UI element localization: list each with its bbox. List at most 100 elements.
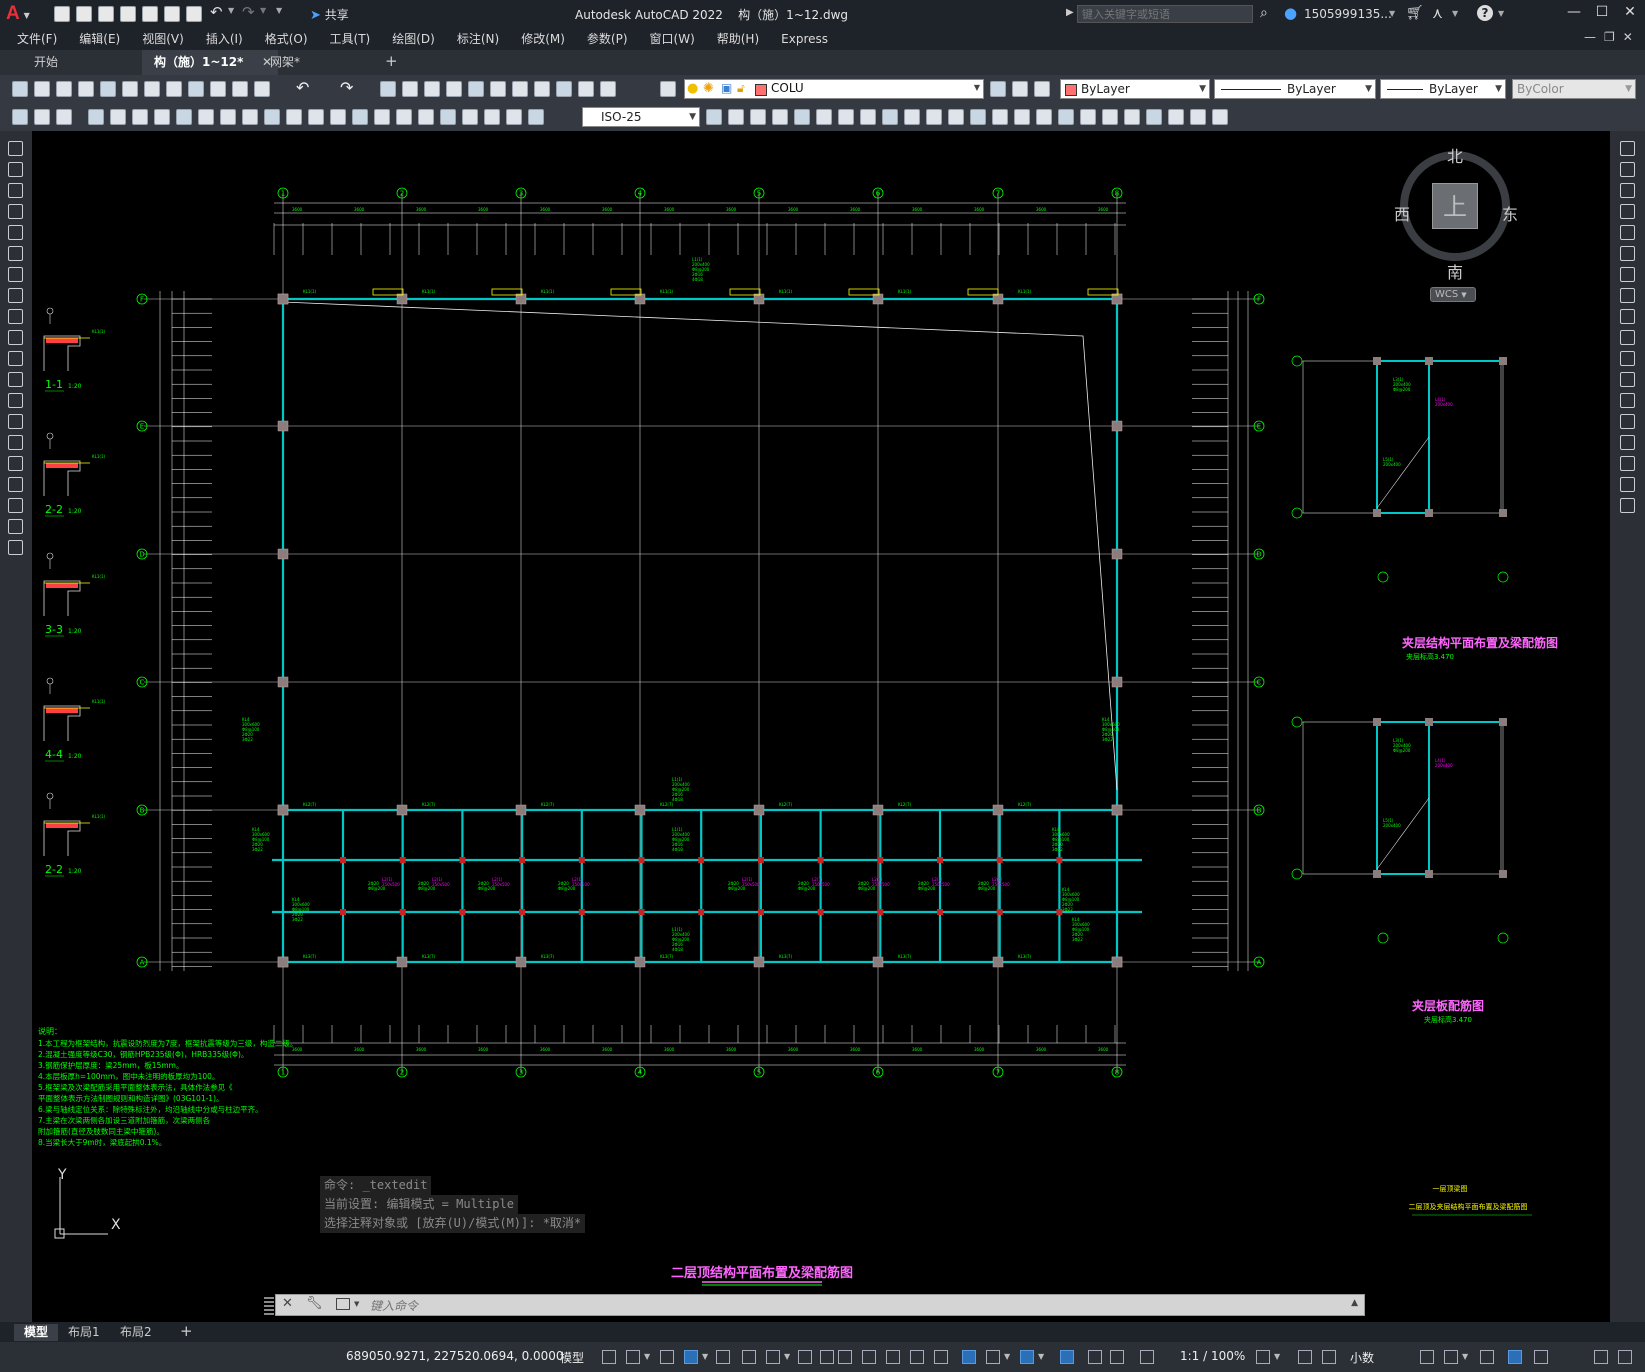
side-plan-1-title[interactable]: 夹层结构平面布置及梁配筋图 [1402, 635, 1558, 650]
field-icon[interactable] [56, 109, 72, 125]
cut-icon[interactable] [144, 81, 160, 97]
spline-icon[interactable] [8, 309, 23, 324]
side-plan-2-title[interactable]: 夹层板配筋图 [1412, 998, 1484, 1013]
region-icon[interactable] [8, 477, 23, 492]
isolate-objects-icon[interactable] [1480, 1350, 1494, 1364]
continue-dim-icon[interactable] [308, 109, 324, 125]
chevron-down-icon[interactable]: ▼ [1004, 1352, 1010, 1361]
menu-item[interactable]: Express [770, 28, 839, 50]
snap-icon[interactable] [626, 1350, 640, 1364]
menu-item[interactable]: 标注(N) [446, 28, 510, 50]
chevron-down-icon[interactable]: ▼ [1038, 1352, 1044, 1361]
undo-dropdown-icon[interactable]: ▼ [228, 6, 234, 15]
ellipse-arc-icon[interactable] [8, 351, 23, 366]
new-file-icon[interactable] [54, 6, 70, 22]
point-icon[interactable] [8, 414, 23, 429]
multiline-text-icon[interactable] [8, 519, 23, 534]
arc-icon[interactable] [8, 246, 23, 261]
fullscreen-icon[interactable] [1594, 1350, 1608, 1364]
zoom-previous-icon[interactable] [446, 81, 462, 97]
break-at-point-icon[interactable] [1620, 372, 1635, 387]
chevron-down-icon[interactable]: ▼ [702, 1352, 708, 1361]
section-detail[interactable]: KL1(1) 2-2 1:20 [43, 432, 106, 517]
minimize-icon[interactable]: — [1560, 4, 1588, 20]
multiline-text-icon[interactable] [34, 109, 50, 125]
mirror-icon[interactable] [1620, 183, 1635, 198]
publish-icon[interactable] [122, 81, 138, 97]
export-icon[interactable] [164, 6, 180, 22]
publish-icon[interactable] [142, 6, 158, 22]
axis-bubble[interactable]: 7 [992, 187, 1004, 199]
save-icon[interactable] [98, 6, 114, 22]
wrench-icon[interactable]: 🔧︎ [306, 1296, 323, 1311]
section-detail[interactable]: KL1(1) 2-2 1:20 [43, 792, 106, 877]
break-icon[interactable] [992, 109, 1008, 125]
hatch-icon[interactable] [8, 435, 23, 450]
extend-icon[interactable] [1620, 351, 1635, 366]
lock-ui-icon[interactable] [1140, 1350, 1154, 1364]
dynamic-ucs-icon[interactable] [886, 1350, 900, 1364]
ellipse-icon[interactable] [8, 330, 23, 345]
transparency-icon[interactable] [820, 1350, 834, 1364]
object-snap-icon[interactable] [766, 1350, 780, 1364]
axis-bubble[interactable]: 4 [634, 1066, 646, 1078]
mirror-icon[interactable] [816, 109, 832, 125]
plotstyle-control[interactable]: ByColor ▼ [1512, 79, 1636, 99]
offset-icon[interactable] [1620, 204, 1635, 219]
jogged-linear-icon[interactable] [440, 109, 456, 125]
redo-dropdown-icon[interactable]: ▼ [260, 6, 266, 15]
axis-bubble[interactable]: 1 [277, 1066, 289, 1078]
dim-space-icon[interactable] [330, 109, 346, 125]
axis-bubble[interactable]: 2 [396, 1066, 408, 1078]
properties-icon[interactable] [468, 81, 484, 97]
redo-icon[interactable]: ↷ [242, 3, 255, 21]
command-prompt-icon[interactable] [336, 1298, 350, 1310]
undo-icon[interactable]: ↶ [210, 3, 223, 21]
viewcube-north[interactable]: 北 [1447, 143, 1463, 167]
layout-tab[interactable]: 布局1 [58, 1324, 110, 1341]
doc-tab[interactable]: 网架* [258, 50, 366, 75]
rotate-icon[interactable] [1620, 267, 1635, 282]
chamfer-icon[interactable] [1620, 435, 1635, 450]
add-selected-icon[interactable] [8, 540, 23, 555]
menu-item[interactable]: 窗口(W) [639, 28, 706, 50]
title-block[interactable]: 一层顶梁图 二层顶及夹层结构平面布置及梁配筋图 [1409, 1184, 1533, 1216]
units-control[interactable]: 小数 [1350, 1349, 1374, 1366]
revision-cloud-icon[interactable] [8, 288, 23, 303]
axis-bubble[interactable]: 8 [1111, 1066, 1123, 1078]
close-icon[interactable]: ✕ [1616, 4, 1644, 20]
chevron-down-icon[interactable]: ▼ [1462, 1352, 1468, 1361]
dim-style-icon[interactable] [528, 109, 544, 125]
axis-bubble[interactable]: 5 [753, 187, 765, 199]
selection-cycling-icon[interactable] [838, 1350, 852, 1364]
make-block-icon[interactable] [8, 393, 23, 408]
search-input[interactable] [1077, 5, 1253, 23]
hatch-edit-icon[interactable] [1168, 109, 1184, 125]
wcs-menu[interactable]: WCS ▼ [1430, 287, 1476, 302]
chevron-down-icon[interactable]: ▼ [784, 1352, 790, 1361]
table-icon[interactable] [12, 109, 28, 125]
auto-scale-icon[interactable] [986, 1350, 1000, 1364]
menu-item[interactable]: 文件(F) [6, 28, 68, 50]
viewcube-top-face[interactable]: 上 [1432, 183, 1478, 229]
coordinates-display[interactable]: 689050.9271, 227520.0694, 0.0000 [346, 1349, 564, 1363]
zoom-realtime-icon[interactable] [402, 81, 418, 97]
quick-dim-icon[interactable] [264, 109, 280, 125]
diameter-dim-icon[interactable] [220, 109, 236, 125]
circle-icon[interactable] [8, 267, 23, 282]
menu-item[interactable]: 格式(O) [254, 28, 319, 50]
layout-tab[interactable]: 模型 [14, 1324, 59, 1341]
copy-icon[interactable] [1620, 162, 1635, 177]
command-input[interactable] [368, 1296, 1332, 1316]
move-icon[interactable] [728, 109, 744, 125]
inspection-icon[interactable] [418, 109, 434, 125]
search-icon[interactable]: ⌕ [1260, 5, 1268, 21]
table-icon[interactable] [8, 498, 23, 513]
join-icon[interactable] [1620, 414, 1635, 429]
sheet-set-icon[interactable] [534, 81, 550, 97]
section-detail[interactable]: KL1(1) 4-4 1:20 [43, 677, 106, 762]
maximize-icon[interactable]: ☐ [1588, 4, 1616, 20]
user-name[interactable]: 1505999135... [1304, 7, 1392, 21]
doc-tab[interactable]: 开始 [22, 50, 146, 75]
doc-close-icon[interactable]: ✕ [1623, 30, 1633, 44]
